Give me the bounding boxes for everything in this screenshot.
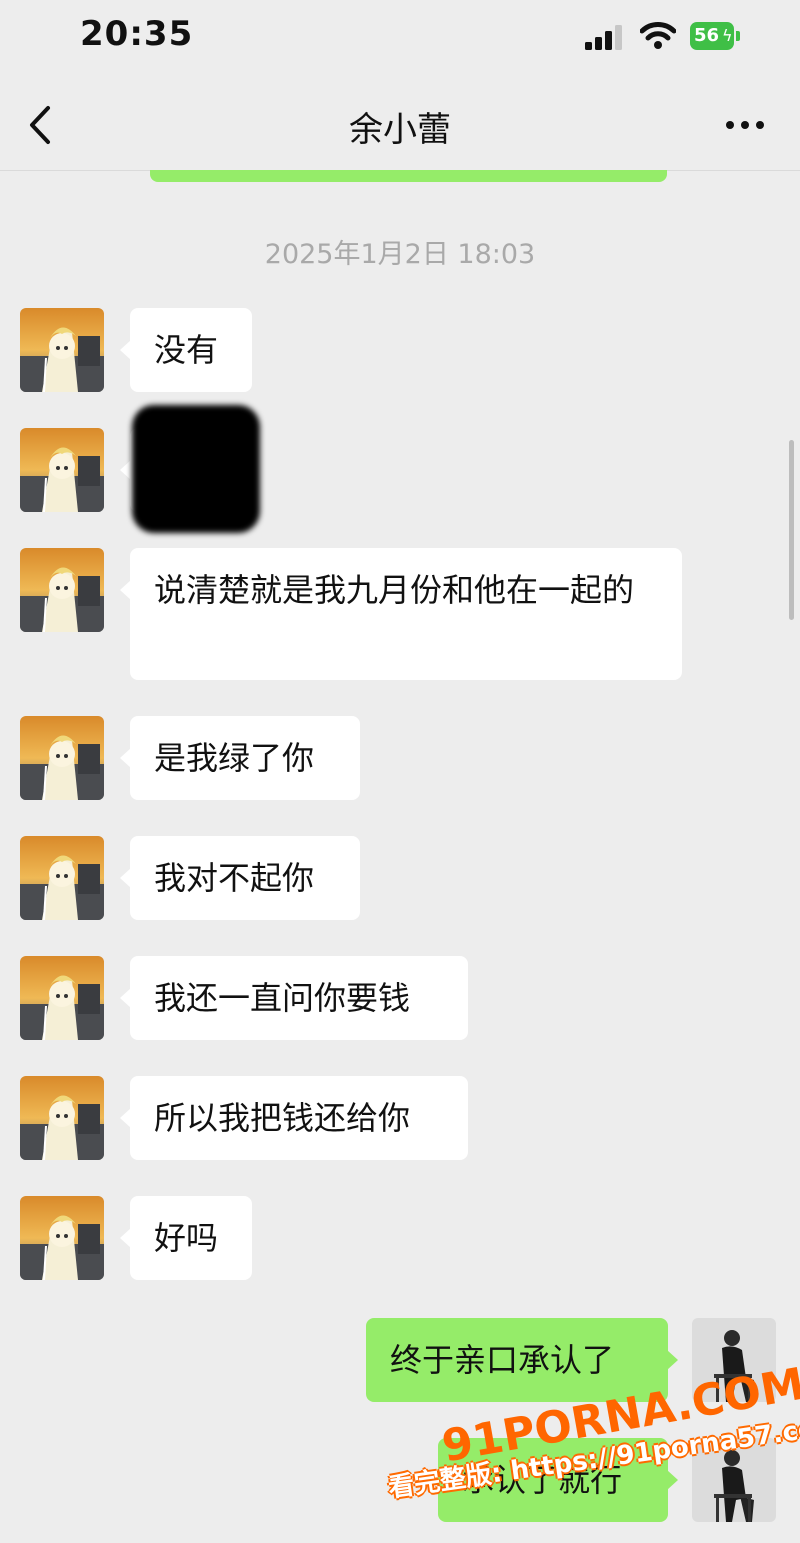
chat-timestamp: 2025年1月2日 18:03 bbox=[264, 239, 536, 270]
censored-content bbox=[132, 405, 260, 533]
chat-title: 余小蕾 bbox=[349, 110, 451, 150]
more-options-button[interactable] bbox=[718, 110, 772, 140]
previous-message-bubble[interactable] bbox=[150, 170, 667, 182]
message-bubble[interactable]: 我还一直问你要钱 bbox=[120, 956, 468, 1040]
message-bubble[interactable]: 好吗 bbox=[120, 1196, 252, 1280]
message-bubble[interactable]: 说清楚就是我九月份和他在一起的 bbox=[120, 548, 682, 680]
message-bubble[interactable]: 没有 bbox=[120, 308, 252, 392]
contact-avatar[interactable] bbox=[20, 548, 104, 632]
message-bubble[interactable]: 我对不起你 bbox=[120, 836, 360, 920]
scrollbar[interactable] bbox=[789, 440, 794, 620]
battery-icon: 56 ϟ bbox=[690, 22, 742, 50]
status-time: 20:35 bbox=[80, 14, 194, 54]
ellipsis-icon bbox=[726, 121, 764, 129]
message-bubble[interactable]: 是我绿了你 bbox=[120, 716, 360, 800]
message-bubble[interactable]: 所以我把钱还给你 bbox=[120, 1076, 468, 1160]
contact-avatar[interactable] bbox=[20, 1196, 104, 1280]
chat-header: 余小蕾 bbox=[0, 80, 800, 171]
wifi-icon bbox=[640, 22, 676, 49]
contact-avatar[interactable] bbox=[20, 428, 104, 512]
contact-avatar[interactable] bbox=[20, 836, 104, 920]
contact-avatar[interactable] bbox=[20, 716, 104, 800]
contact-avatar[interactable] bbox=[20, 308, 104, 392]
contact-avatar[interactable] bbox=[20, 956, 104, 1040]
cellular-signal-icon bbox=[585, 25, 622, 50]
contact-avatar[interactable] bbox=[20, 1076, 104, 1160]
status-bar: 20:35 56 ϟ bbox=[0, 0, 800, 80]
charging-bolt-icon: ϟ bbox=[722, 26, 733, 45]
